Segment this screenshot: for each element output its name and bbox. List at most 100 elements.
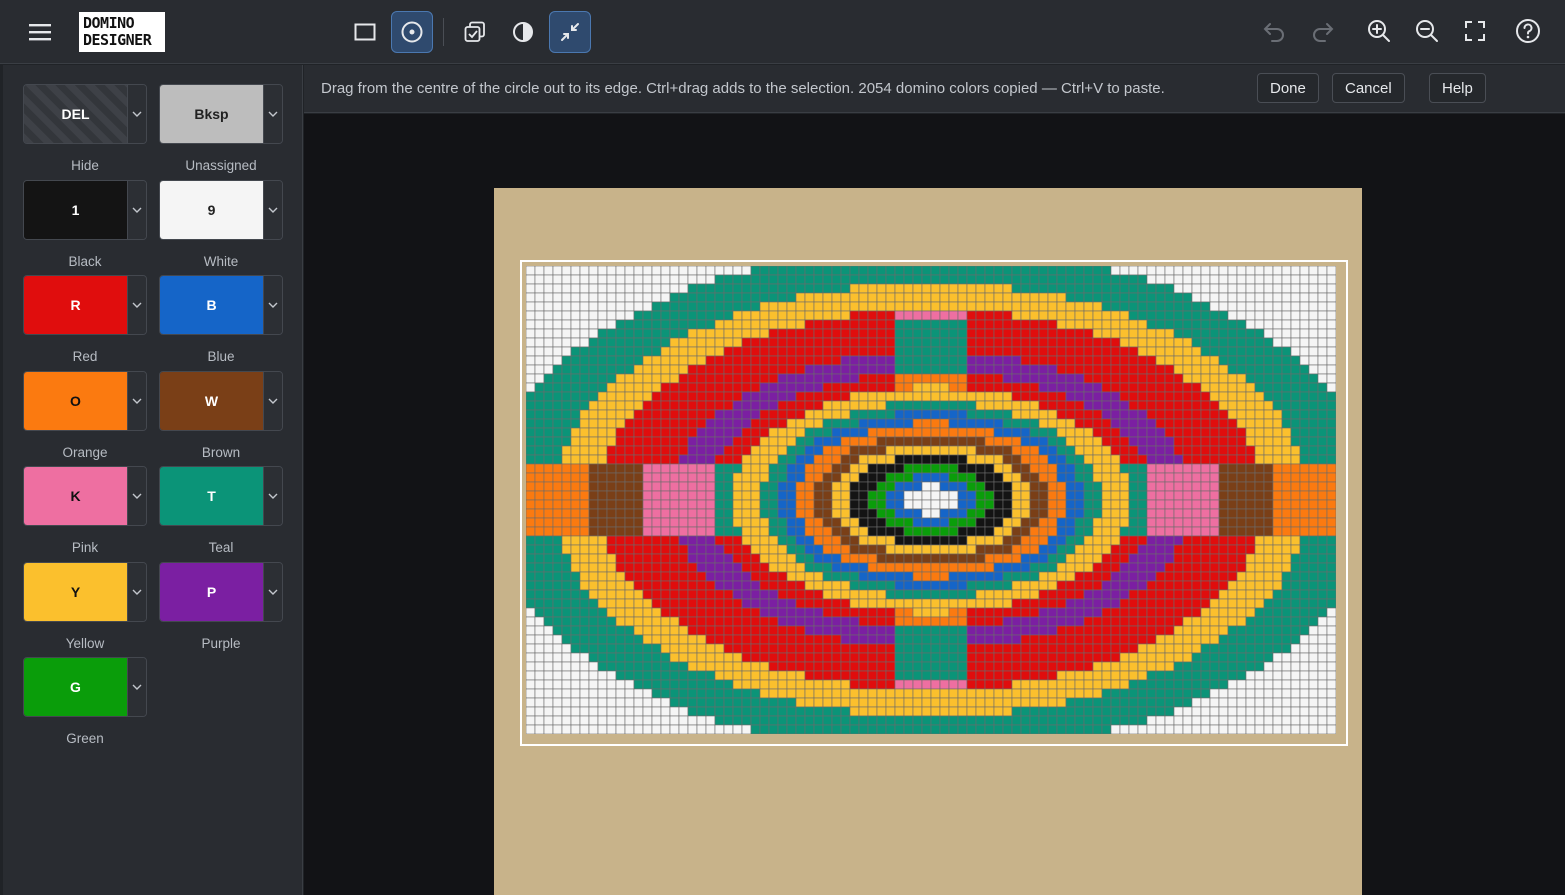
domino-cell[interactable] [1200,616,1211,627]
domino-cell[interactable] [750,625,761,636]
domino-cell[interactable] [1056,337,1067,348]
domino-cell[interactable] [1128,490,1139,501]
domino-cell[interactable] [804,661,815,672]
domino-cell[interactable] [759,490,770,501]
domino-cell[interactable] [723,607,734,618]
domino-cell[interactable] [732,427,743,438]
domino-cell[interactable] [1182,589,1193,600]
domino-cell[interactable] [1056,535,1067,546]
domino-cell[interactable] [1119,562,1130,573]
domino-cell[interactable] [984,373,995,384]
domino-cell[interactable] [1074,499,1085,510]
domino-cell[interactable] [588,274,599,285]
domino-cell[interactable] [813,526,824,537]
domino-cell[interactable] [1002,571,1013,582]
domino-cell[interactable] [1308,364,1319,375]
domino-cell[interactable] [1272,310,1283,321]
domino-cell[interactable] [579,580,590,591]
domino-cell[interactable] [984,319,995,330]
domino-cell[interactable] [624,481,635,492]
domino-cell[interactable] [885,616,896,627]
domino-cell[interactable] [948,706,959,717]
domino-cell[interactable] [1272,418,1283,429]
domino-cell[interactable] [939,391,950,402]
domino-cell[interactable] [1011,481,1022,492]
palette-swatch-pink[interactable]: K Pink [23,466,147,555]
domino-cell[interactable] [678,355,689,366]
domino-cell[interactable] [1101,337,1112,348]
domino-cell[interactable] [759,391,770,402]
domino-cell[interactable] [1263,661,1274,672]
domino-cell[interactable] [669,517,680,528]
domino-cell[interactable] [750,355,761,366]
domino-cell[interactable] [921,535,932,546]
domino-cell[interactable] [669,418,680,429]
domino-cell[interactable] [1047,490,1058,501]
domino-cell[interactable] [840,418,851,429]
domino-cell[interactable] [903,301,914,312]
domino-cell[interactable] [1326,661,1336,672]
domino-cell[interactable] [1146,517,1157,528]
palette-swatch-black[interactable]: 1 Black [23,179,147,269]
domino-cell[interactable] [1101,319,1112,330]
domino-cell[interactable] [957,652,968,663]
domino-cell[interactable] [1290,337,1301,348]
domino-cell[interactable] [957,400,968,411]
domino-cell[interactable] [1029,553,1040,564]
domino-cell[interactable] [741,292,752,303]
domino-cell[interactable] [912,706,923,717]
domino-cell[interactable] [714,391,725,402]
domino-cell[interactable] [831,589,842,600]
domino-cell[interactable] [858,643,869,654]
domino-cell[interactable] [1146,418,1157,429]
domino-cell[interactable] [651,607,662,618]
fullscreen-button[interactable] [1455,11,1495,51]
domino-cell[interactable] [534,598,545,609]
domino-cell[interactable] [840,643,851,654]
domino-cell[interactable] [768,337,779,348]
domino-cell[interactable] [858,526,869,537]
domino-cell[interactable] [1146,652,1157,663]
domino-cell[interactable] [975,382,986,393]
domino-cell[interactable] [723,499,734,510]
domino-cell[interactable] [534,625,545,636]
domino-cell[interactable] [894,355,905,366]
domino-cell[interactable] [714,301,725,312]
domino-cell[interactable] [1119,391,1130,402]
domino-cell[interactable] [822,319,833,330]
domino-cell[interactable] [1326,616,1336,627]
domino-cell[interactable] [1281,679,1292,690]
domino-cell[interactable] [1101,706,1112,717]
domino-cell[interactable] [840,670,851,681]
domino-cell[interactable] [696,436,707,447]
domino-cell[interactable] [1137,544,1148,555]
domino-cell[interactable] [1056,454,1067,465]
domino-cell[interactable] [975,427,986,438]
domino-cell[interactable] [858,472,869,483]
domino-cell[interactable] [966,427,977,438]
domino-cell[interactable] [606,472,617,483]
domino-cell[interactable] [849,724,860,734]
domino-cell[interactable] [1245,535,1256,546]
domino-cell[interactable] [795,706,806,717]
domino-cell[interactable] [1083,454,1094,465]
domino-cell[interactable] [741,499,752,510]
domino-cell[interactable] [561,724,572,734]
domino-cell[interactable] [597,355,608,366]
domino-cell[interactable] [741,598,752,609]
domino-cell[interactable] [1137,346,1148,357]
domino-cell[interactable] [1029,616,1040,627]
domino-cell[interactable] [1146,490,1157,501]
domino-cell[interactable] [921,454,932,465]
domino-cell[interactable] [1083,571,1094,582]
domino-cell[interactable] [1209,589,1220,600]
domino-cell[interactable] [1254,706,1265,717]
domino-cell[interactable] [705,661,716,672]
domino-cell[interactable] [1155,571,1166,582]
domino-cell[interactable] [723,346,734,357]
domino-cell[interactable] [1317,517,1328,528]
domino-cell[interactable] [903,517,914,528]
domino-cell[interactable] [615,391,626,402]
domino-cell[interactable] [1101,679,1112,690]
domino-cell[interactable] [948,616,959,627]
